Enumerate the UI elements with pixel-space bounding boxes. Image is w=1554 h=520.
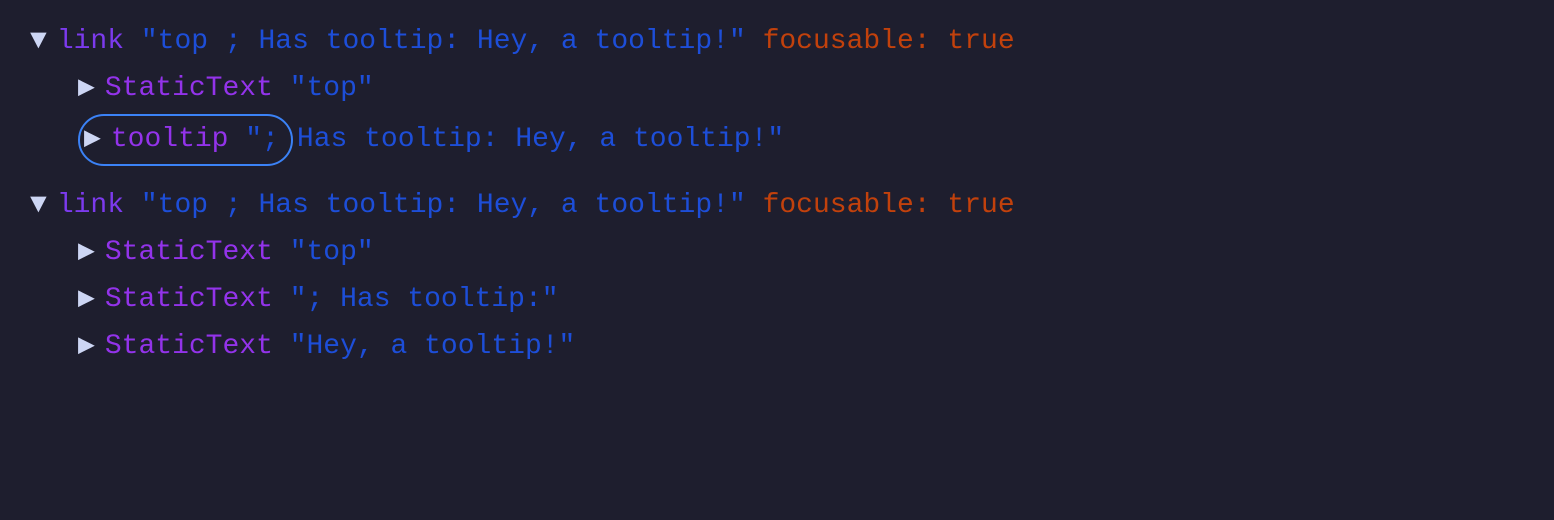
tree-row-2-2[interactable]: ▶ StaticText "top" (30, 231, 1524, 276)
node-string-1-2: "top" (273, 67, 374, 112)
tree-row-1-1[interactable]: ▼ link "top ; Has tooltip: Hey, a toolti… (30, 20, 1524, 65)
arrow-right-icon-2: ▶ (84, 118, 101, 163)
arrow-down-icon-2: ▼ (30, 184, 47, 229)
tree-row-1-3[interactable]: ▶ tooltip "; Has tooltip: Hey, a tooltip… (30, 114, 1524, 167)
tree-row-1-2[interactable]: ▶ StaticText "top" (30, 67, 1524, 112)
tree-row-2-4[interactable]: ▶ StaticText "Hey, a tooltip!" (30, 325, 1524, 370)
node-string-1-3a: "; (228, 118, 278, 163)
node-type-link-2: link (57, 184, 124, 229)
node-type-statictext-2: StaticText (105, 231, 273, 276)
arrow-right-icon-3: ▶ (78, 231, 95, 276)
attr-focusable-1: focusable: true (746, 20, 1015, 65)
circled-tooltip-node: ▶ tooltip "; (78, 114, 293, 167)
arrow-right-icon: ▶ (78, 67, 95, 112)
node-type-tooltip: tooltip (111, 118, 229, 163)
arrow-right-icon-5: ▶ (78, 325, 95, 370)
node-type-statictext-4: StaticText (105, 325, 273, 370)
arrow-down-icon: ▼ (30, 20, 47, 65)
node-string-2-3: "; Has tooltip:" (273, 278, 559, 323)
node-string-2-4: "Hey, a tooltip!" (273, 325, 575, 370)
node-string-1-3b: Has tooltip: Hey, a tooltip!" (297, 118, 784, 163)
node-type-link: link (57, 20, 124, 65)
arrow-right-icon-4: ▶ (78, 278, 95, 323)
accessibility-tree: ▼ link "top ; Has tooltip: Hey, a toolti… (30, 20, 1524, 370)
node-string-2-2: "top" (273, 231, 374, 276)
node-string-1: "top ; Has tooltip: Hey, a tooltip!" (124, 20, 746, 65)
tree-row-2-1[interactable]: ▼ link "top ; Has tooltip: Hey, a toolti… (30, 184, 1524, 229)
node-type-statictext-3: StaticText (105, 278, 273, 323)
node-string-2: "top ; Has tooltip: Hey, a tooltip!" (124, 184, 746, 229)
node-type-statictext-1: StaticText (105, 67, 273, 112)
attr-focusable-2: focusable: true (746, 184, 1015, 229)
tree-row-2-3[interactable]: ▶ StaticText "; Has tooltip:" (30, 278, 1524, 323)
